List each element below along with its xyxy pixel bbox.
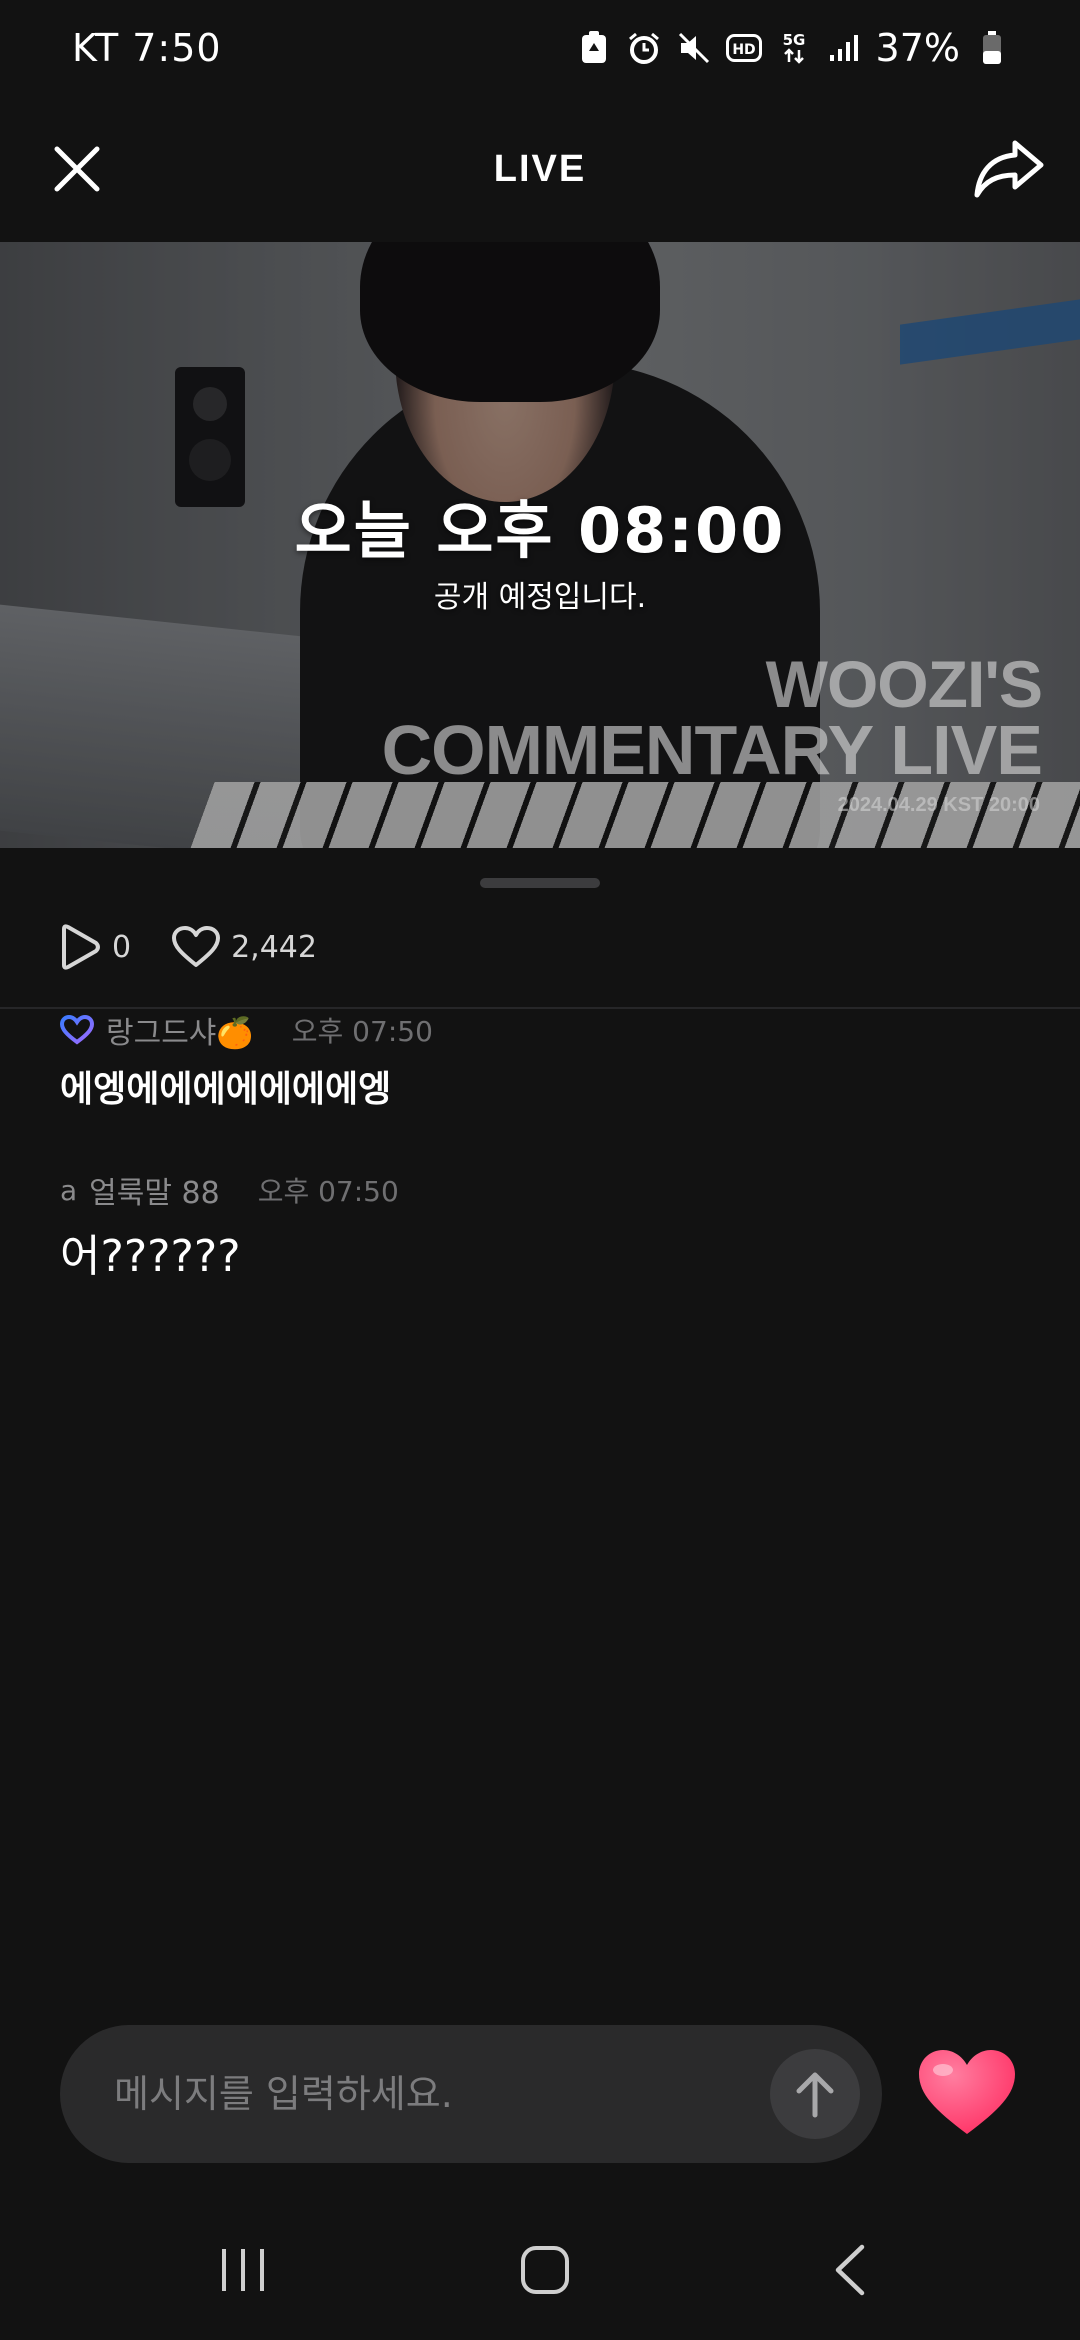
heart-outline-icon <box>172 926 221 967</box>
scheduled-subtitle: 공개 예정입니다. <box>433 580 647 615</box>
arrow-up-icon <box>796 2072 834 2118</box>
live-banner[interactable]: WOOZI'S COMMENTARY LIVE 2024.04.29 KST 2… <box>0 242 1080 848</box>
live-screen: KT 7:50 HD 5G 37% LIVE WOOZI'S COMMENTAR… <box>0 0 1080 2340</box>
recent-apps-button[interactable] <box>193 2220 293 2320</box>
svg-text:5G: 5G <box>782 31 805 49</box>
5g-icon: 5G <box>776 30 812 66</box>
chat-message: 랑그드샤🍊 오후 07:50 에엥에에에에에에에엥 <box>60 1010 1020 1112</box>
chat-text: 에엥에에에에에에에엥 <box>60 1069 392 1110</box>
play-icon <box>62 924 100 970</box>
close-icon <box>54 146 100 192</box>
play-count-value: 0 <box>112 929 132 965</box>
carrier-time: KT 7:50 <box>72 26 222 70</box>
chat-message: a 얼룩말 88 오후 07:50 어?????? <box>60 1170 1020 1284</box>
recycle-icon <box>576 30 612 66</box>
page-title: LIVE <box>493 147 587 190</box>
drag-handle[interactable] <box>480 878 600 888</box>
chat-user-prefix: a <box>60 1173 78 1207</box>
message-input-bar <box>60 2025 882 2163</box>
chat-time: 오후 07:50 <box>257 1175 399 1208</box>
message-input[interactable] <box>60 2025 770 2163</box>
home-button[interactable] <box>495 2220 595 2320</box>
play-count: 0 <box>58 923 131 971</box>
back-button[interactable] <box>800 2220 900 2320</box>
like-count: 2,442 <box>171 925 317 969</box>
mute-icon <box>676 30 712 66</box>
battery-icon <box>974 30 1010 66</box>
banner-watermark-date: 2024.04.29 KST 20:00 <box>837 794 1040 816</box>
like-count-value: 2,442 <box>231 929 317 965</box>
battery-percent: 37% <box>875 26 960 70</box>
chat-time: 오후 07:50 <box>291 1015 433 1048</box>
banner-watermark-line2: COMMENTARY LIVE <box>381 711 1043 789</box>
scheduled-time: 오늘 오후 08:00 <box>294 494 786 567</box>
svg-text:HD: HD <box>732 42 755 58</box>
signal-icon <box>826 30 862 66</box>
system-nav-bar <box>0 2190 1080 2340</box>
send-button[interactable] <box>770 2049 860 2139</box>
like-button[interactable] <box>912 2040 1022 2144</box>
heart-badge-icon <box>60 1015 94 1045</box>
share-icon <box>974 140 1044 198</box>
chat-username[interactable]: 얼룩말 88 <box>89 1168 220 1212</box>
chat-message-meta: 랑그드샤🍊 오후 07:50 <box>60 1008 1020 1052</box>
chat-username[interactable]: 랑그드샤🍊 <box>106 1008 254 1052</box>
status-bar: KT 7:50 HD 5G 37% <box>0 0 1080 96</box>
chat-text: 어?????? <box>60 1231 241 1282</box>
share-button[interactable] <box>964 124 1054 214</box>
alarm-icon <box>626 30 662 66</box>
heart-icon <box>919 2050 1015 2134</box>
chat-message-meta: a 얼룩말 88 오후 07:50 <box>60 1168 1020 1212</box>
status-icons: HD 5G 37% <box>576 26 1010 70</box>
home-icon <box>521 2246 569 2294</box>
hd-icon: HD <box>725 30 762 66</box>
recent-apps-icon <box>222 2249 264 2291</box>
chat-list[interactable]: 랑그드샤🍊 오후 07:50 에엥에에에에에에에엥 a 얼룩말 88 오후 07… <box>60 1010 1020 1342</box>
app-header: LIVE <box>0 96 1080 242</box>
back-icon <box>835 2244 865 2296</box>
stats-row: 0 2,442 <box>58 912 317 982</box>
close-button[interactable] <box>32 124 122 214</box>
